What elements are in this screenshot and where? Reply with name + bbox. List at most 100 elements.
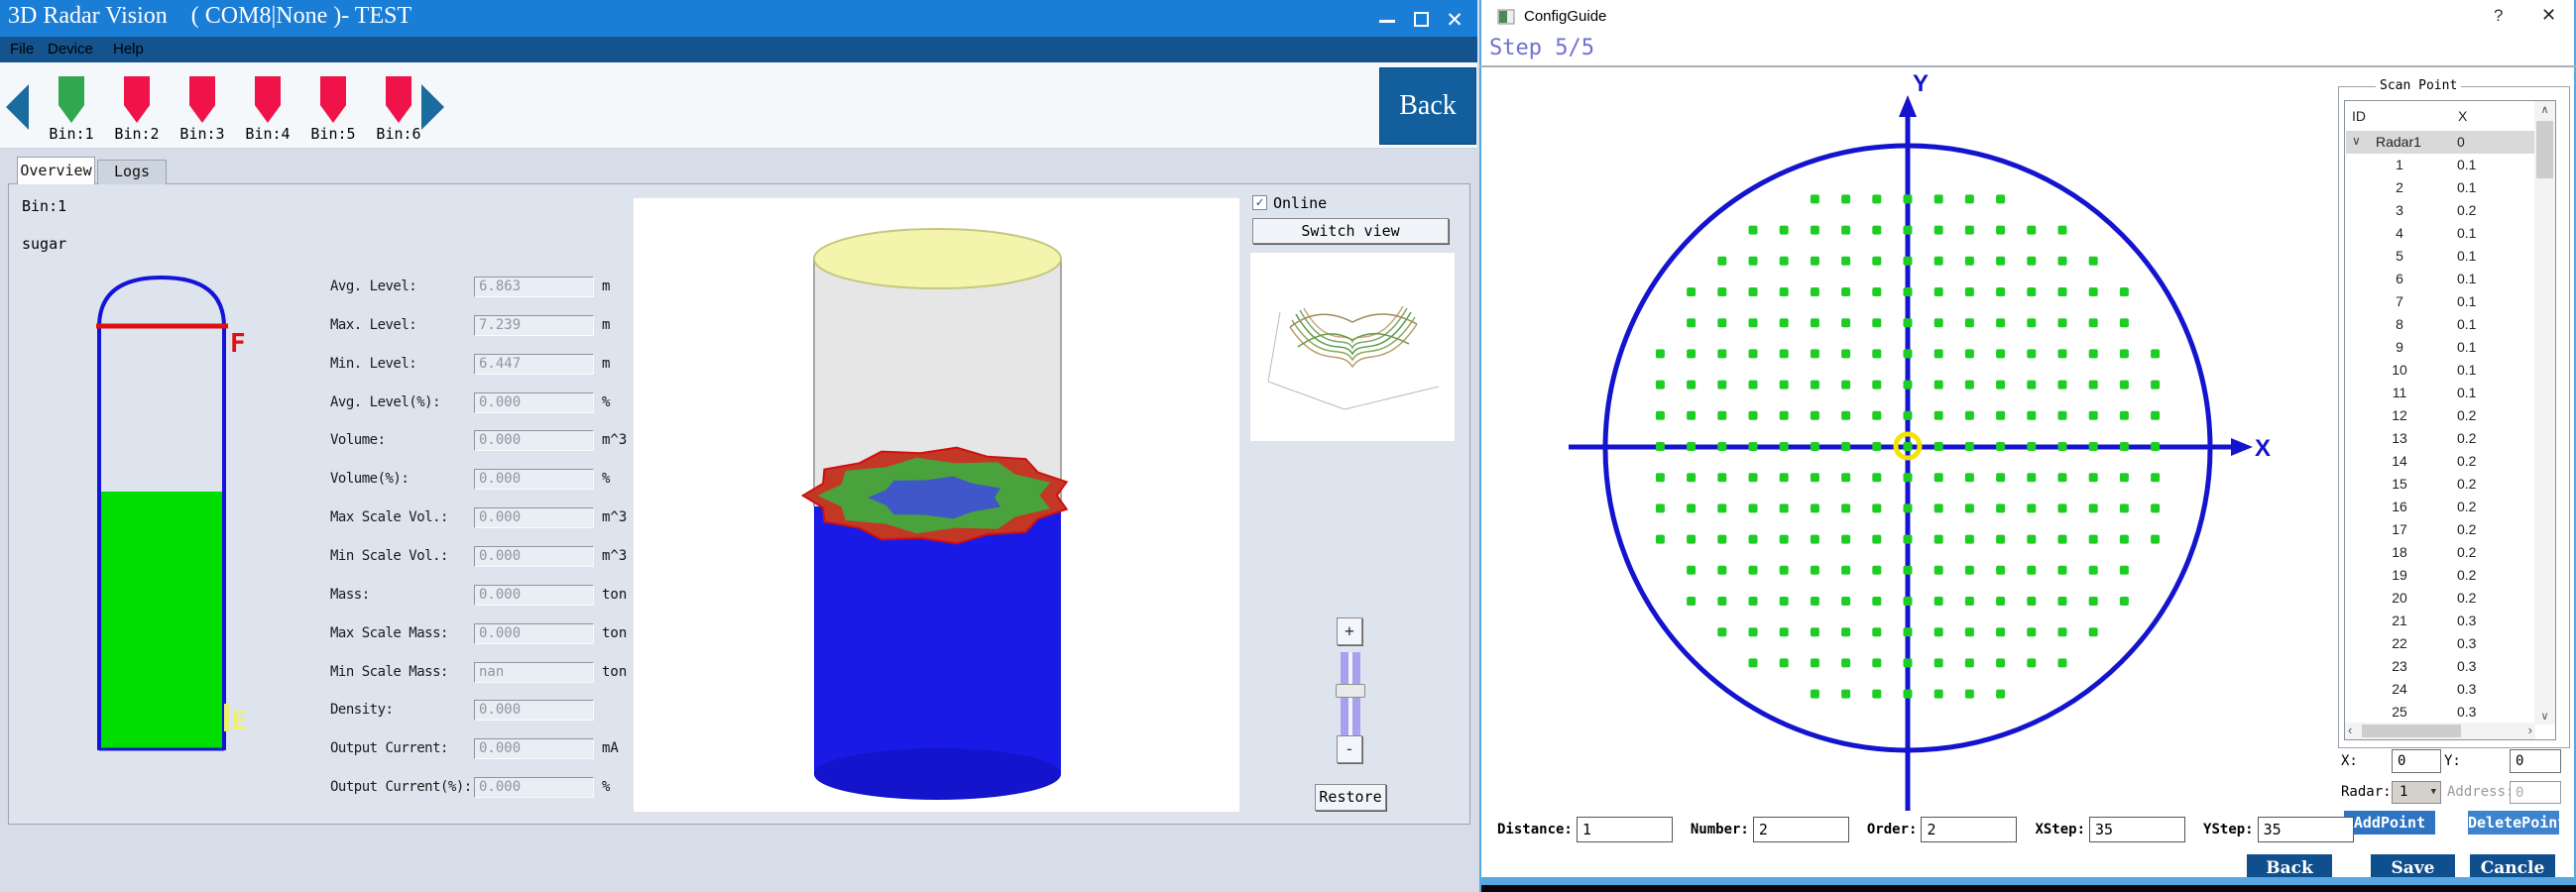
table-row[interactable]: 190.2 — [2346, 564, 2534, 587]
table-row[interactable]: 60.1 — [2346, 268, 2534, 290]
table-row[interactable]: 210.3 — [2346, 610, 2534, 632]
field-value-input[interactable]: 0.000 — [474, 623, 594, 644]
bin-tab-3[interactable]: Bin:3 — [173, 76, 232, 143]
scan-point-dot — [1934, 381, 1943, 390]
surface-thumbnail — [1250, 253, 1455, 441]
field-value-input[interactable]: 6.447 — [474, 354, 594, 375]
bin-tab-2[interactable]: Bin:2 — [107, 76, 167, 143]
distance-input[interactable]: 1 — [1577, 817, 1673, 842]
field-value-input[interactable]: 0.000 — [474, 546, 594, 567]
bin-3d-view[interactable] — [633, 197, 1240, 813]
window-bottom-border — [1479, 877, 2576, 885]
radar-select[interactable]: 1 ▼ — [2392, 781, 2441, 804]
xstep-input[interactable]: 35 — [2089, 817, 2185, 842]
field-label: Avg. Level: — [330, 279, 416, 294]
field-value-input[interactable]: 0.000 — [474, 700, 594, 721]
scroll-down-icon[interactable]: ∨ — [2534, 710, 2555, 723]
surface-thumbnail-panel[interactable] — [1249, 252, 1456, 442]
table-row[interactable]: 30.2 — [2346, 199, 2534, 222]
horizontal-scrollbar[interactable]: ‹ › — [2345, 723, 2535, 739]
table-row[interactable]: 70.1 — [2346, 290, 2534, 313]
y-input[interactable]: 0 — [2510, 749, 2561, 773]
order-input[interactable]: 2 — [1921, 817, 2017, 842]
bin-tab-4[interactable]: Bin:4 — [238, 76, 297, 143]
menu-item-file[interactable]: File — [10, 41, 34, 57]
radar-row-x: 0 — [2457, 134, 2465, 150]
scroll-left-icon[interactable] — [6, 84, 29, 130]
scan-point-dot — [2058, 226, 2067, 235]
zoom-out-button[interactable]: - — [1337, 735, 1362, 763]
row-x-value: 0.2 — [2453, 518, 2476, 541]
scroll-left-icon[interactable]: ‹ — [2348, 723, 2352, 737]
scan-point-dot — [1872, 442, 1881, 451]
menu-item-device[interactable]: Device — [48, 41, 93, 57]
table-row[interactable]: 220.3 — [2346, 632, 2534, 655]
scan-point-table[interactable]: ID X ∨ Radar1 0 10.120.130.240.150.160.1… — [2344, 100, 2556, 740]
table-row[interactable]: 100.1 — [2346, 359, 2534, 382]
table-row[interactable]: 250.3 — [2346, 701, 2534, 724]
titlebar[interactable]: 3D Radar Vision ( COM8|None )- TEST ✕ — [0, 0, 1477, 37]
minimize-button[interactable] — [1372, 7, 1402, 33]
table-row[interactable]: 150.2 — [2346, 473, 2534, 496]
online-checkbox[interactable]: ✓ — [1252, 195, 1267, 210]
table-row[interactable]: 110.1 — [2346, 382, 2534, 404]
table-row[interactable]: 90.1 — [2346, 336, 2534, 359]
switch-view-button[interactable]: Switch view — [1252, 218, 1449, 244]
bin-tab-6[interactable]: Bin:6 — [369, 76, 428, 143]
address-input[interactable]: 0 — [2510, 781, 2561, 804]
scan-point-dot — [1904, 597, 1913, 606]
scroll-up-icon[interactable]: ∧ — [2534, 103, 2555, 116]
vertical-scrollbar[interactable]: ∧ ∨ — [2534, 101, 2555, 725]
row-x-value: 0.3 — [2453, 632, 2476, 655]
field-value-input[interactable]: 6.863 — [474, 277, 594, 297]
horizontal-scrollbar-thumb[interactable] — [2362, 725, 2461, 737]
number-input[interactable]: 2 — [1753, 817, 1849, 842]
table-row[interactable]: 160.2 — [2346, 496, 2534, 518]
cylinder-top-ellipse — [814, 229, 1061, 288]
scroll-right-icon[interactable]: › — [2528, 723, 2532, 737]
field-value-input[interactable]: 0.000 — [474, 430, 594, 451]
table-row[interactable]: 180.2 — [2346, 541, 2534, 564]
table-row[interactable]: 240.3 — [2346, 678, 2534, 701]
menu-item-help[interactable]: Help — [113, 41, 144, 57]
table-row[interactable]: 200.2 — [2346, 587, 2534, 610]
field-value-input[interactable]: 0.000 — [474, 777, 594, 798]
zoom-in-button[interactable]: + — [1337, 617, 1362, 645]
back-button[interactable]: Back — [1379, 67, 1476, 145]
delete-point-button[interactable]: DeletePoint — [2468, 811, 2559, 835]
tab-overview[interactable]: Overview — [17, 157, 95, 184]
table-row[interactable]: 140.2 — [2346, 450, 2534, 473]
restore-button[interactable]: Restore — [1315, 784, 1386, 811]
table-row[interactable]: 170.2 — [2346, 518, 2534, 541]
field-value-input[interactable]: 7.239 — [474, 315, 594, 336]
table-row[interactable]: 230.3 — [2346, 655, 2534, 678]
field-value-input[interactable]: nan — [474, 662, 594, 683]
table-row[interactable]: 120.2 — [2346, 404, 2534, 427]
chevron-down-icon[interactable]: ∨ — [2352, 134, 2361, 148]
maximize-button[interactable] — [1406, 7, 1436, 33]
table-row-radar[interactable]: ∨ Radar1 0 — [2346, 131, 2534, 154]
table-row[interactable]: 130.2 — [2346, 427, 2534, 450]
close-button[interactable]: ✕ — [1438, 7, 1471, 33]
vertical-scrollbar-thumb[interactable] — [2536, 121, 2553, 178]
tab-logs[interactable]: Logs — [97, 160, 167, 184]
field-value-input[interactable]: 0.000 — [474, 392, 594, 413]
field-value-input[interactable]: 0.000 — [474, 585, 594, 606]
x-input[interactable]: 0 — [2392, 749, 2441, 773]
field-unit: mA — [602, 740, 619, 756]
table-row[interactable]: 40.1 — [2346, 222, 2534, 245]
bin-tab-5[interactable]: Bin:5 — [303, 76, 363, 143]
scan-point-dot — [1841, 597, 1850, 606]
table-row[interactable]: 10.1 — [2346, 154, 2534, 176]
table-row[interactable]: 20.1 — [2346, 176, 2534, 199]
field-value-input[interactable]: 0.000 — [474, 469, 594, 490]
field-value-input[interactable]: 0.000 — [474, 738, 594, 759]
table-row[interactable]: 50.1 — [2346, 245, 2534, 268]
table-row[interactable]: 80.1 — [2346, 313, 2534, 336]
field-value-input[interactable]: 0.000 — [474, 507, 594, 528]
ystep-input[interactable]: 35 — [2258, 817, 2354, 842]
row-id: 4 — [2346, 222, 2453, 245]
scan-point-dot — [1656, 503, 1665, 512]
bin-tab-1[interactable]: Bin:1 — [42, 76, 101, 143]
zoom-slider-handle[interactable] — [1336, 684, 1365, 698]
